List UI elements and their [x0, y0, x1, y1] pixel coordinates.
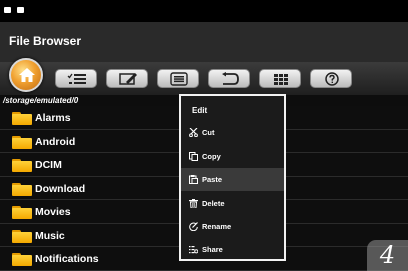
rename-icon	[189, 222, 198, 231]
back-icon	[222, 72, 239, 85]
help-button[interactable]	[310, 69, 352, 88]
edit-menu-title: Edit	[192, 106, 208, 115]
status-bar	[0, 0, 408, 22]
menu-item-copy[interactable]: Copy	[181, 145, 284, 168]
back-button[interactable]	[208, 69, 250, 88]
menu-button[interactable]	[157, 69, 199, 88]
menu-item-cut[interactable]: Cut	[181, 121, 284, 144]
folder-name: Movies	[35, 206, 71, 218]
page-indicator: 4	[367, 240, 408, 271]
folder-icon	[12, 112, 32, 125]
edit-button[interactable]	[106, 69, 148, 88]
folder-name: Android	[35, 135, 76, 148]
home-button[interactable]	[9, 58, 43, 92]
menu-item-delete[interactable]: Delete	[181, 192, 284, 215]
notification-icon	[17, 7, 24, 13]
help-icon	[325, 72, 339, 86]
folder-icon	[12, 182, 32, 196]
trash-icon	[189, 199, 198, 208]
menu-item-paste[interactable]: Paste	[181, 168, 284, 191]
app-title: File Browser	[9, 34, 82, 48]
menu-item-label: Share	[202, 245, 223, 254]
list-view-button[interactable]	[55, 69, 97, 88]
grid-view-button[interactable]	[259, 69, 301, 88]
menu-icon	[170, 72, 188, 86]
folder-icon	[12, 206, 32, 219]
current-path: /storage/emulated/0	[3, 96, 79, 105]
folder-icon	[12, 229, 32, 243]
folder-icon	[12, 159, 32, 172]
home-icon	[19, 68, 35, 82]
edit-icon	[119, 73, 137, 85]
menu-item-label: Delete	[202, 199, 225, 208]
menu-item-label: Cut	[202, 128, 215, 137]
menu-item-rename[interactable]: Rename	[181, 215, 284, 238]
paste-icon	[189, 175, 198, 184]
folder-name: Music	[35, 229, 65, 242]
menu-item-label: Rename	[202, 222, 232, 231]
toolbar	[0, 58, 408, 95]
folder-icon	[12, 135, 32, 149]
menu-item-label: Paste	[202, 175, 223, 184]
folder-name: Download	[35, 182, 86, 195]
copy-icon	[189, 152, 198, 161]
share-icon	[189, 246, 198, 254]
app-titlebar: File Browser	[0, 22, 408, 62]
grid-view-icon	[274, 74, 288, 85]
menu-item-share[interactable]: Share	[181, 238, 284, 261]
edit-menu-popup: Edit Cut Copy Paste Delete Rename Share	[179, 94, 286, 261]
scissors-icon	[189, 128, 198, 137]
notification-icon	[4, 7, 11, 13]
list-view-icon	[67, 73, 86, 84]
folder-name: DCIM	[35, 159, 62, 171]
folder-icon	[12, 253, 32, 266]
folder-name: Alarms	[35, 112, 71, 124]
menu-item-label: Copy	[202, 152, 221, 161]
folder-name: Notifications	[35, 253, 99, 265]
